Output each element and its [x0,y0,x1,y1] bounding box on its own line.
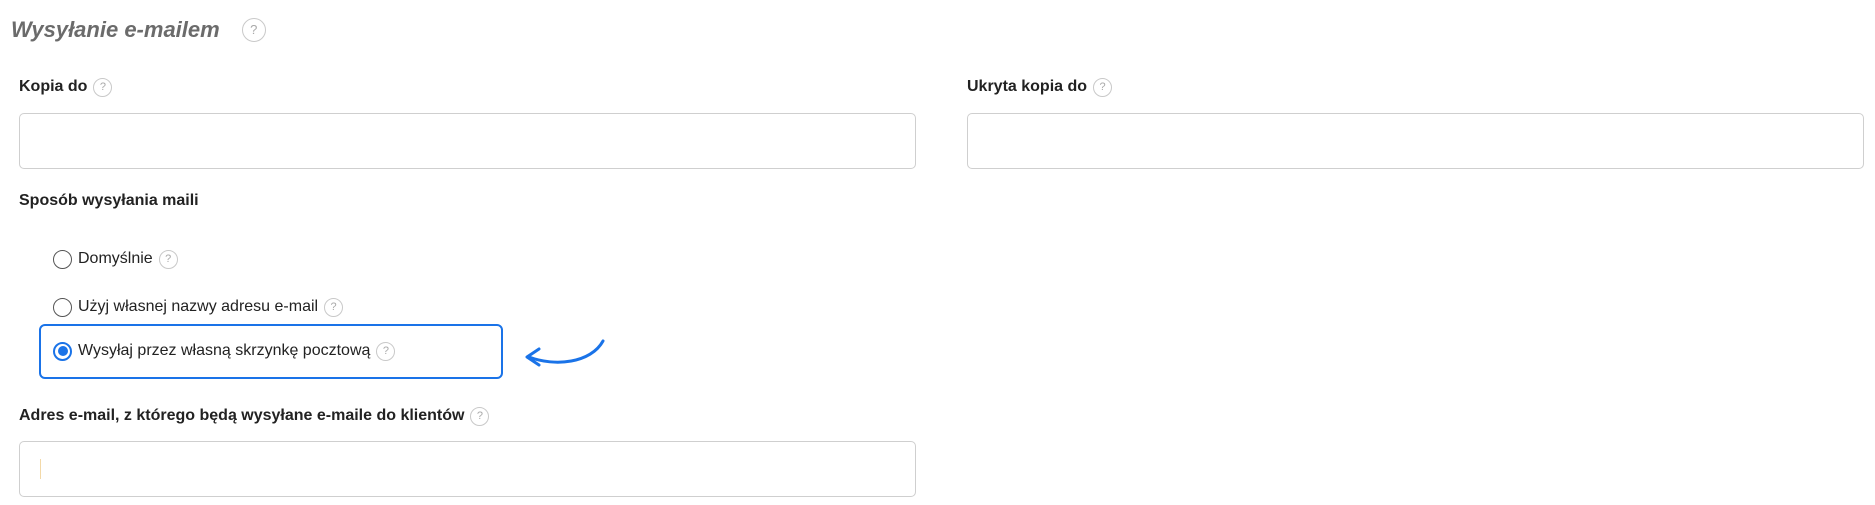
radio-default-label[interactable]: Domyślnie [78,248,153,270]
section-help-icon[interactable]: ? [241,18,266,42]
radio-option-own-name[interactable]: Użyj własnej nazwy adresu e-mail ? [53,296,344,318]
cc-label: Kopia do [19,78,88,95]
radio-default[interactable] [53,249,72,269]
radio-option-default[interactable]: Domyślnie ? [53,248,178,270]
section-title: Wysyłanie e-mailem [11,17,220,42]
radio-own-mailbox[interactable] [53,341,72,361]
radio-own-mailbox-label[interactable]: Wysyłaj przez własną skrzynkę pocztową [78,340,370,362]
cc-help-icon[interactable]: ? [93,77,113,97]
sender-email-label-row: Adres e-mail, z którego będą wysyłane e-… [19,405,490,427]
send-method-label: Sposób wysyłania maili [19,192,199,209]
radio-default-help-icon[interactable]: ? [158,249,178,269]
radio-own-name[interactable] [53,297,72,317]
bcc-input[interactable] [967,113,1864,169]
text-caret [40,459,41,479]
radio-own-name-label[interactable]: Użyj własnej nazwy adresu e-mail [78,296,318,318]
bcc-label-row: Ukryta kopia do ? [967,76,1113,98]
radio-option-own-mailbox[interactable]: Wysyłaj przez własną skrzynkę pocztową ? [53,340,396,362]
sender-email-help-icon[interactable]: ? [470,406,490,426]
section-title-row: Wysyłanie e-mailem ? [11,15,266,45]
cc-input[interactable] [19,113,916,169]
bcc-label: Ukryta kopia do [967,78,1088,95]
sender-email-input[interactable] [19,441,916,497]
bcc-help-icon[interactable]: ? [1093,77,1113,97]
sender-email-label: Adres e-mail, z którego będą wysyłane e-… [19,407,465,424]
radio-own-name-help-icon[interactable]: ? [324,297,344,317]
radio-own-mailbox-help-icon[interactable]: ? [376,341,396,361]
cc-label-row: Kopia do ? [19,76,113,98]
curved-arrow-icon [525,339,605,367]
